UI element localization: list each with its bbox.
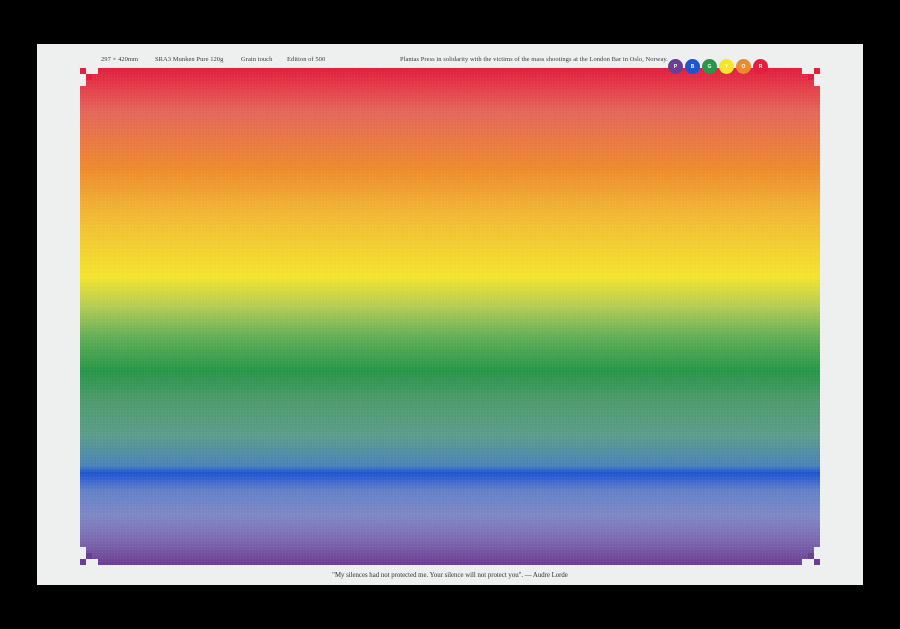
edition-label: Edition of 500 (287, 56, 326, 63)
color-dot: G (702, 59, 717, 74)
poster-size-label: 297 × 420mm (101, 56, 139, 63)
rainbow-poster: 297 × 420mm SRA3 Munken Pure 120g Grain … (37, 44, 863, 585)
corner-pixel-bottom-left-inner (86, 553, 92, 559)
corner-pixel-top-right-inner (808, 74, 814, 80)
black-backdrop: 297 × 420mm SRA3 Munken Pure 120g Grain … (0, 0, 900, 629)
corner-pixel-top-left-inner (86, 74, 92, 80)
corner-pixel-bottom-left (80, 559, 86, 565)
rainbow-gradient-field (80, 68, 820, 565)
color-dot-legend: PBGYOR (668, 59, 768, 74)
grain-texture (80, 68, 820, 565)
paper-type-label: SRA3 Munken Pure 120g (155, 56, 224, 63)
color-dot: P (668, 59, 683, 74)
color-dot: R (753, 59, 768, 74)
corner-pixel-bottom-right-inner (808, 553, 814, 559)
grain-label: Grain touch (241, 56, 273, 63)
color-dot: O (736, 59, 751, 74)
corner-pixel-bottom-right (814, 559, 820, 565)
color-dot: B (685, 59, 700, 74)
color-dot: Y (719, 59, 734, 74)
solidarity-statement: Plantas Press in solidarity with the vic… (399, 56, 668, 63)
audre-lorde-quote: "My silences had not protected me. Your … (332, 572, 568, 579)
corner-pixel-top-right (814, 68, 820, 74)
